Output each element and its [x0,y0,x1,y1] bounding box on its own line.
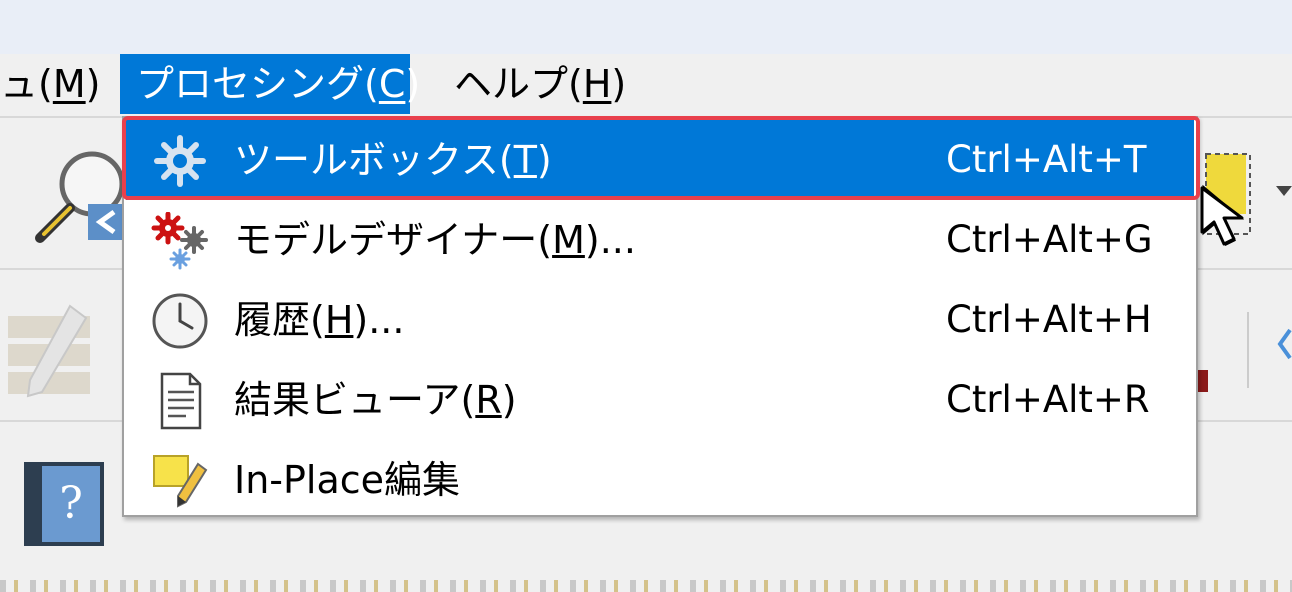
menu-item-processing[interactable]: プロセシング(C) [120,54,420,114]
model-designer-shortcut: Ctrl+Alt+G [946,218,1153,261]
menu-item-results-viewer[interactable]: 結果ビューア(R) Ctrl+Alt+R [126,360,1194,440]
menu-bar: ュ(M) プロセシング(C) ヘルプ(H) [0,54,1292,116]
menu-item-model-designer[interactable]: モデルデザイナー(M)... Ctrl+Alt+G [126,200,1194,280]
help-book-icon[interactable]: ? [24,462,104,546]
toolbox-label: ツールボックス(T) [234,138,552,182]
model-designer-gears-icon [151,212,208,270]
processing-dropdown-menu: ツールボックス(T) Ctrl+Alt+T モデルデザイナー(M)... Ctr… [122,116,1198,517]
window-titlebar [0,0,1292,54]
gear-icon [154,135,206,187]
menu-item-in-place-edit[interactable]: In-Place編集 [126,440,1194,520]
results-viewer-label: 結果ビューア(R) [234,378,517,422]
results-viewer-shortcut: Ctrl+Alt+R [946,378,1150,421]
toolbox-shortcut: Ctrl+Alt+T [946,138,1147,181]
menu-item-help[interactable]: ヘルプ(H) [438,54,642,114]
edit-pencil-icon[interactable] [6,300,96,400]
menu-item-toolbox[interactable]: ツールボックス(T) Ctrl+Alt+T [126,120,1194,200]
navigate-back-icon[interactable] [1274,324,1292,364]
in-place-edit-label: In-Place編集 [234,458,461,502]
clock-icon [152,293,208,349]
history-shortcut: Ctrl+Alt+H [946,298,1152,341]
menu-item-history[interactable]: 履歴(H)... Ctrl+Alt+H [126,280,1194,360]
toolbar-separator [1247,312,1249,388]
zoom-magnifier-icon[interactable] [30,146,130,246]
menu-item-menu[interactable]: ュ(M) [0,54,116,114]
in-place-edit-icon [153,455,208,508]
model-designer-label: モデルデザイナー(M)... [234,218,636,262]
mouse-cursor-icon [1200,186,1244,246]
document-icon [160,372,202,430]
history-label: 履歴(H)... [234,298,405,342]
status-strip [0,580,1292,592]
